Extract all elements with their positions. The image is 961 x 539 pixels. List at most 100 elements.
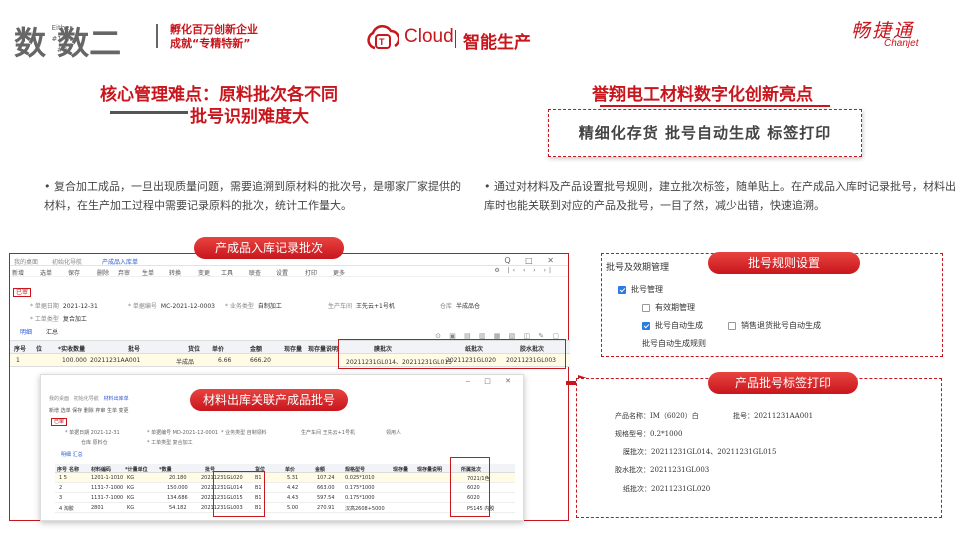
option-return-auto-batch[interactable]: 销售退货批号自动生成 — [728, 320, 821, 331]
grid2-header: 序号 名称 材料编码 *计量单位 *数量 批号 货位 单价 金额 规格型号 现存… — [55, 464, 515, 473]
col2-seq: 序号 — [57, 467, 68, 473]
checkbox-icon[interactable] — [642, 303, 650, 312]
menu-new[interactable]: 新增 — [12, 268, 24, 277]
option-batch-mgmt[interactable]: 批号管理 — [618, 284, 663, 295]
menu-save[interactable]: 保存 — [68, 268, 80, 277]
cell2-unit: KG — [127, 485, 135, 491]
menu-tools[interactable]: 工具 — [221, 268, 233, 277]
checkbox-checked-icon[interactable] — [618, 285, 626, 294]
col-price: 单价 — [212, 346, 225, 353]
col-loc: 货位 — [188, 346, 201, 353]
pill-inbound: 产成品入库记录批次 — [194, 237, 344, 259]
cell-qty: 100.000 — [62, 357, 87, 364]
field2-warehouse: 仓库 原料仓 — [81, 440, 108, 446]
highlights-box: 精细化存货 批号自动生成 标签打印 — [548, 109, 862, 157]
option-expiry-mgmt[interactable]: 有效期管理 — [642, 302, 695, 313]
left-title-line-2: 批号识别难度大 — [190, 107, 309, 127]
tab2-outbound[interactable]: 材料出库单 — [104, 396, 129, 402]
checkbox-icon[interactable] — [728, 321, 736, 330]
cell2-qty: 150.000 — [167, 485, 188, 491]
window-controls-icon[interactable]: Q □ ✕ — [504, 256, 560, 265]
label-print-panel: 产品名称：IM（6020）白 批号：20211231AA001 规格型号：0.2… — [576, 378, 942, 518]
erp2-subtabs[interactable]: 明细 汇总 — [61, 451, 83, 458]
col2-qty: *数量 — [159, 467, 172, 473]
col-amount: 金额 — [250, 346, 263, 353]
cell2-qty: 134.686 — [167, 495, 188, 501]
cell2-unit: KG — [127, 495, 135, 501]
pager-icon[interactable]: ⚙ |‹ ‹ › ›| — [494, 267, 554, 274]
label-film: 膜批次：20211231GL014、20211231GL015 — [623, 448, 777, 456]
pill-rule: 批号规则设置 — [708, 252, 860, 274]
col-pos: 位 — [36, 346, 43, 353]
field2-work-type: * 工单类型 复合加工 — [147, 440, 193, 446]
left-title-line-1: 核心管理难点：原料批次各不同 — [100, 85, 338, 105]
field-biz: * 业务类型 自制加工 — [225, 303, 282, 310]
brand-logo-en: Chanjet — [884, 38, 919, 49]
field2-receiver: 领用人 — [386, 430, 402, 436]
col2-amount: 金额 — [315, 467, 326, 473]
cell2-qty: 54.182 — [169, 505, 187, 511]
cell2-price: 4.43 — [287, 495, 299, 501]
window2-controls-icon[interactable]: ‒ □ ✕ — [466, 377, 517, 385]
col-qty: *实收数量 — [58, 346, 86, 353]
batch-highlight-box — [338, 339, 566, 369]
tab2-desktop[interactable]: 我的桌面 — [49, 396, 69, 402]
label-product-name: 产品名称：IM（6020）白 — [615, 412, 699, 420]
erp2-toolbar[interactable]: 新增 选单 保存 删除 弃审 生单 变更 — [49, 407, 129, 414]
checkbox-checked-icon[interactable] — [642, 321, 650, 330]
tab-init-nav[interactable]: 初始化导航 — [52, 257, 82, 266]
menu-change[interactable]: 变更 — [198, 268, 210, 277]
col2-spec: 规格型号 — [345, 467, 366, 473]
menu-convert[interactable]: 转换 — [169, 268, 181, 277]
field-code: * 单据编号 MC-2021-12-0003 — [128, 303, 215, 310]
menu-delete[interactable]: 删除 — [97, 268, 109, 277]
menu-settings[interactable]: 设置 — [276, 268, 288, 277]
menu-unaudit[interactable]: 弃审 — [118, 268, 130, 277]
cell2-code: 1131-7-1000 — [91, 485, 124, 491]
logo-divider — [156, 24, 158, 48]
logo-small: Either #1 Or #2 — [51, 23, 73, 56]
cloud-text: Cloud — [404, 26, 454, 47]
table-row[interactable]: 1 5 1201-1-1010 KG 20.180 20211231GL020 … — [55, 473, 515, 483]
cell2-price: 4.42 — [287, 485, 299, 491]
tab-inbound[interactable]: 产成品入库单 — [102, 257, 138, 266]
menu-query[interactable]: 联查 — [249, 268, 261, 277]
cell-batch: 20211231AA001 — [90, 357, 141, 364]
subtab-detail[interactable]: 明细 — [20, 329, 32, 336]
table-row[interactable]: 4 淘胶 2801 KG 54.182 20211231GL003 B1 5.0… — [55, 503, 515, 513]
tab2-init-nav[interactable]: 初始化导航 — [74, 396, 99, 402]
cloud-divider — [455, 30, 456, 48]
left-title: 核心管理难点：原料批次各不同 批号识别难度大 — [100, 84, 338, 128]
col2-code: 材料编码 — [91, 467, 112, 473]
label-spec: 规格型号：0.2*1000 — [615, 430, 683, 438]
batch2-highlight-box — [213, 471, 265, 517]
cell2-seq: 3 — [59, 495, 63, 501]
cell2-code: 1131-7-1000 — [91, 495, 124, 501]
cell-loc: 半成品 — [176, 359, 195, 366]
t-cloud-icon: T — [367, 24, 399, 50]
field-warehouse: 仓库 半成品仓 — [440, 303, 481, 310]
menu-select[interactable]: 选单 — [40, 268, 52, 277]
svg-text:T: T — [379, 37, 385, 47]
option-auto-batch[interactable]: 批号自动生成 — [642, 320, 703, 331]
subtab-summary[interactable]: 汇总 — [46, 329, 58, 336]
table-row[interactable]: 2 1131-7-1000 KG 150.000 20211231GL014 B… — [55, 483, 515, 493]
batch-panel-title: 批号及效期管理 — [606, 263, 670, 273]
cell2-price: 5.00 — [287, 505, 299, 511]
col2-unit: *计量单位 — [125, 467, 148, 473]
col-seq: 序号 — [14, 346, 27, 353]
col2-name: 名称 — [69, 467, 80, 473]
menu-gen[interactable]: 生单 — [142, 268, 154, 277]
lot2-highlight-box — [450, 457, 490, 517]
menu-more[interactable]: 更多 — [333, 268, 345, 277]
pill-outbound: 材料出库关联产成品批号 — [190, 389, 348, 411]
menu-print[interactable]: 打印 — [305, 268, 317, 277]
table-row[interactable]: 3 1131-7-1000 KG 134.686 20211231GL015 B… — [55, 493, 515, 503]
tab-desktop[interactable]: 我的桌面 — [14, 257, 38, 266]
field-dept: 生产车间 王先云+1号机 — [328, 303, 395, 310]
col2-stock-desc: 现存量说明 — [417, 467, 443, 473]
col2-stock: 现存量 — [393, 467, 409, 473]
right-title-underline — [600, 105, 830, 107]
link-auto-batch-rule[interactable]: 批号自动生成规则 — [642, 338, 706, 349]
left-description: • 复合加工成品，一旦出现质量问题，需要追溯到原材料的批次号，是哪家厂家提供的材… — [44, 180, 461, 212]
